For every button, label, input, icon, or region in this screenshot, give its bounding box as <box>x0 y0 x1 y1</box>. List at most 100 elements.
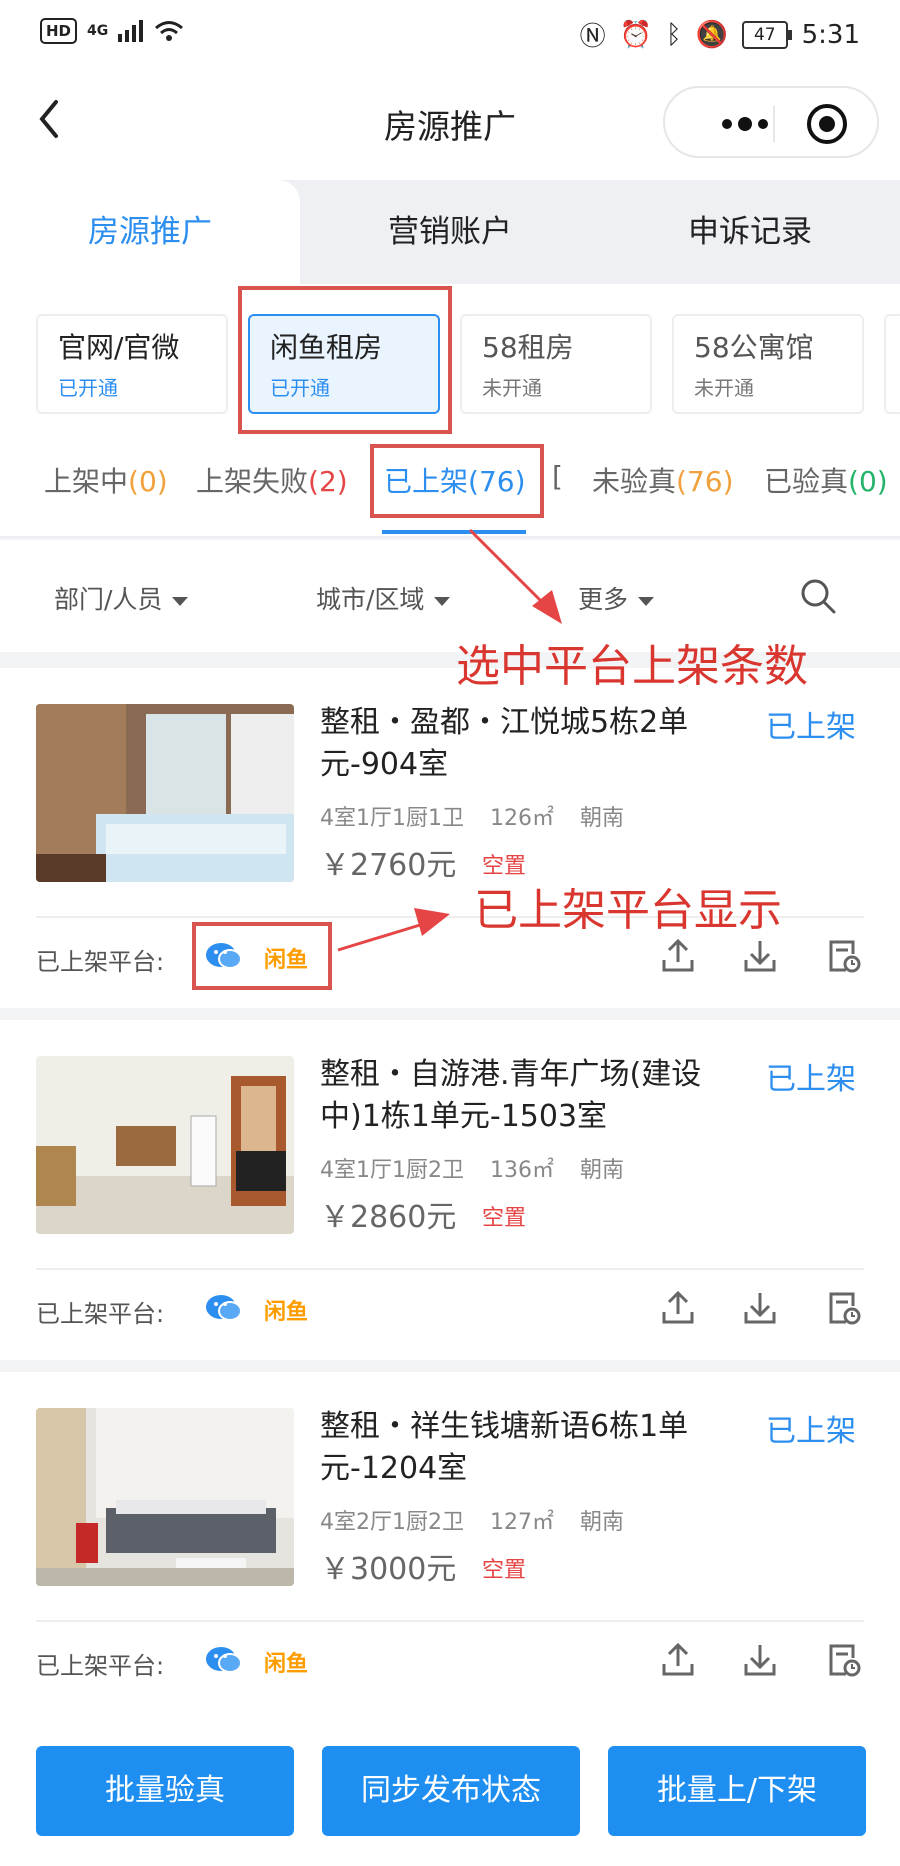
platform-card-more[interactable] <box>884 314 900 414</box>
platform-status: 未开通 <box>482 376 542 400</box>
mute-icon: 🔕 <box>695 19 728 50</box>
tab-label: 上架中 <box>44 465 129 498</box>
download-icon[interactable] <box>742 1290 778 1326</box>
signal-icon <box>118 20 144 42</box>
caret-down-icon <box>434 596 451 606</box>
download-icon[interactable] <box>742 938 778 974</box>
nav-bar: 房源推广 <box>0 66 900 180</box>
listing-meta: 4室1厅1厨2卫 136㎡ 朝南 <box>320 1152 650 1184</box>
bottom-action-bar: 批量验真 同步发布状态 批量上/下架 <box>0 1712 900 1866</box>
active-tab-underline <box>382 530 526 534</box>
mini-program-capsule <box>663 86 879 158</box>
schedule-icon[interactable] <box>826 1642 862 1678</box>
platform-card-official[interactable]: 官网/官微 已开通 <box>36 314 228 414</box>
room-layout: 4室2厅1厨2卫 <box>320 1510 464 1535</box>
batch-verify-button[interactable]: 批量验真 <box>36 1746 294 1836</box>
listing-status: 已上架 <box>766 710 856 745</box>
wechat-icon <box>206 1647 242 1673</box>
wifi-icon <box>155 21 184 41</box>
tab-label: 未验真 <box>592 465 677 498</box>
upload-icon[interactable] <box>660 938 696 974</box>
annotation-box-listed-tab <box>370 444 544 518</box>
tab-label: 上架失败 <box>196 465 309 498</box>
capsule-divider <box>773 106 775 142</box>
listing-status: 已上架 <box>766 1062 856 1097</box>
network-type: 4G <box>87 23 109 39</box>
listing-card[interactable]: 整租・祥生钱塘新语6栋1单元-1204室 已上架 4室2厅1厨2卫 127㎡ 朝南 … <box>0 1372 900 1712</box>
tab-count: (0) <box>128 465 168 498</box>
orientation: 朝南 <box>580 1510 625 1535</box>
tab-marketing-account[interactable]: 营销账户 <box>300 180 600 284</box>
room-photo <box>36 1056 294 1234</box>
download-icon[interactable] <box>742 1642 778 1678</box>
filter-label: 部门/人员 <box>54 585 163 614</box>
listing-card[interactable]: 整租・自游港.青年广场(建设中)1栋1单元-1503室 已上架 4室1厅1厨2卫… <box>0 1020 900 1360</box>
wechat-icon <box>206 1295 242 1321</box>
orientation: 朝南 <box>580 806 625 831</box>
tab-separator: [ <box>552 460 563 493</box>
platform-card-58-rent[interactable]: 58租房 未开通 <box>460 314 652 414</box>
platform-name: 58租房 <box>482 331 574 364</box>
annotation-box-platform-logo <box>192 922 332 990</box>
clock: 5:31 <box>801 19 860 50</box>
listed-platform-label: 已上架平台: <box>36 948 165 976</box>
search-icon[interactable] <box>798 576 838 616</box>
vacancy-badge: 空置 <box>482 1558 527 1583</box>
tab-listing-in-progress[interactable]: 上架中(0) <box>44 460 168 500</box>
listing-status: 已上架 <box>766 1414 856 1449</box>
room-photo <box>36 704 294 882</box>
tab-label: 已验真 <box>764 465 849 498</box>
schedule-icon[interactable] <box>826 1290 862 1326</box>
listing-price: ￥2860元 <box>320 1200 457 1235</box>
tab-verified[interactable]: 已验真(0) <box>764 460 888 500</box>
sync-status-button[interactable]: 同步发布状态 <box>322 1746 580 1836</box>
hd-indicator: HD <box>40 18 78 44</box>
more-dots-icon[interactable] <box>695 110 805 140</box>
top-tab-bar: 房源推广 营销账户 申诉记录 <box>0 180 900 284</box>
platform-status: 已开通 <box>58 376 118 400</box>
tab-count: (76) <box>676 465 734 498</box>
platform-card-58-apartment[interactable]: 58公寓馆 未开通 <box>672 314 864 414</box>
listing-price: ￥2760元 <box>320 848 457 883</box>
listed-platform-label: 已上架平台: <box>36 1652 165 1680</box>
tab-promotion[interactable]: 房源推广 <box>0 180 300 284</box>
alarm-icon: ⏰ <box>619 19 652 50</box>
annotation-box-platform <box>238 286 452 434</box>
room-area: 136㎡ <box>490 1158 554 1183</box>
upload-icon[interactable] <box>660 1290 696 1326</box>
upload-icon[interactable] <box>660 1642 696 1678</box>
close-target-icon[interactable] <box>805 102 849 146</box>
room-area: 126㎡ <box>490 806 554 831</box>
platform-status: 未开通 <box>694 376 754 400</box>
listing-card[interactable]: 整租・盈都・江悦城5栋2单元-904室 已上架 4室1厅1厨1卫 126㎡ 朝南 ￥… <box>0 668 900 1008</box>
tab-listing-failed[interactable]: 上架失败(2) <box>196 460 348 500</box>
filter-more[interactable]: 更多 <box>578 580 655 616</box>
room-photo <box>36 1408 294 1586</box>
tab-unverified[interactable]: 未验真(76) <box>592 460 734 500</box>
tab-count: (2) <box>308 465 348 498</box>
xianyu-logo: 闲鱼 <box>264 1652 309 1677</box>
filter-department[interactable]: 部门/人员 <box>54 580 189 616</box>
listing-meta: 4室1厅1厨1卫 126㎡ 朝南 <box>320 800 650 832</box>
platform-name: 58公寓馆 <box>694 331 814 364</box>
batch-shelf-button[interactable]: 批量上/下架 <box>608 1746 866 1836</box>
schedule-icon[interactable] <box>826 938 862 974</box>
divider <box>36 1268 864 1270</box>
caret-down-icon <box>172 596 189 606</box>
listing-title: 整租・盈都・江悦城5栋2单元-904室 <box>320 705 689 782</box>
battery-indicator: 47 <box>741 20 792 49</box>
annotation-platform-note: 已上架平台显示 <box>474 885 782 936</box>
filter-label: 城市/区域 <box>316 585 425 614</box>
bluetooth-icon: ᛒ <box>665 19 682 50</box>
listed-platform-label: 已上架平台: <box>36 1300 165 1328</box>
listing-title: 整租・祥生钱塘新语6栋1单元-1204室 <box>320 1409 689 1486</box>
listing-title: 整租・自游港.青年广场(建设中)1栋1单元-1503室 <box>320 1057 702 1134</box>
xianyu-logo: 闲鱼 <box>264 1300 309 1325</box>
filter-city[interactable]: 城市/区域 <box>316 580 451 616</box>
platform-name: 官网/官微 <box>58 331 180 364</box>
caret-down-icon <box>638 596 655 606</box>
divider <box>36 1620 864 1622</box>
tab-complaint-records[interactable]: 申诉记录 <box>600 180 900 284</box>
listing-meta: 4室2厅1厨2卫 127㎡ 朝南 <box>320 1504 650 1536</box>
annotation-count-note: 选中平台上架条数 <box>456 641 808 692</box>
